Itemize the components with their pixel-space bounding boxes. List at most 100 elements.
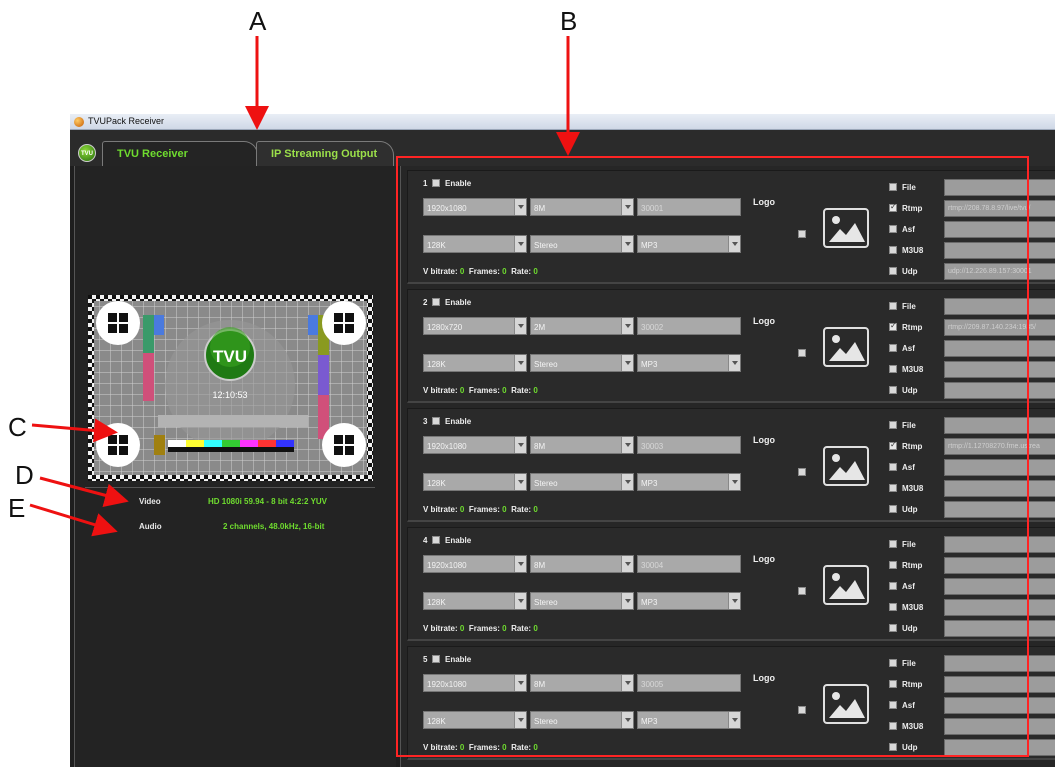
test-card-logo: TVU [213,347,247,366]
output-asf-checkbox[interactable] [889,344,897,352]
output-m3u8-checkbox[interactable] [889,484,897,492]
audio-channels-select[interactable]: Stereo [530,235,634,253]
logo-checkbox[interactable] [798,349,806,357]
logo-image-button[interactable] [823,684,869,724]
audio-codec-select[interactable]: MP3 [637,592,741,610]
output-asf-url-field[interactable] [944,697,1055,714]
audio-channels-select[interactable]: Stereo [530,473,634,491]
output-file-url-field[interactable] [944,417,1055,434]
logo-checkbox[interactable] [798,468,806,476]
output-udp-checkbox[interactable] [889,743,897,751]
port-field[interactable]: 30005 [637,674,741,692]
output-m3u8-url-field[interactable] [944,480,1055,497]
output-m3u8-url-field[interactable] [944,361,1055,378]
output-file-url-field[interactable] [944,536,1055,553]
output-rtmp-checkbox[interactable] [889,680,897,688]
output-udp-checkbox[interactable] [889,267,897,275]
output-m3u8-url-field[interactable] [944,718,1055,735]
resolution-select[interactable]: 1920x1080 [423,555,527,573]
audio-channels-select[interactable]: Stereo [530,711,634,729]
output-asf-checkbox[interactable] [889,701,897,709]
logo-image-button[interactable] [823,565,869,605]
output-rtmp-checkbox[interactable] [889,561,897,569]
output-m3u8-checkbox[interactable] [889,246,897,254]
output-m3u8-url-field[interactable] [944,599,1055,616]
output-asf-url-field[interactable] [944,340,1055,357]
output-file-checkbox[interactable] [889,302,897,310]
output-file-checkbox[interactable] [889,183,897,191]
output-asf-checkbox[interactable] [889,582,897,590]
audio-channels-select[interactable]: Stereo [530,354,634,372]
output-m3u8-url-field[interactable] [944,242,1055,259]
audio-codec-select[interactable]: MP3 [637,711,741,729]
output-file-checkbox[interactable] [889,421,897,429]
output-m3u8-checkbox[interactable] [889,365,897,373]
audio-codec-select[interactable]: MP3 [637,473,741,491]
output-rtmp-url-field[interactable]: rtmp://1.12708270.fme.ustrea [944,438,1055,455]
logo-checkbox[interactable] [798,230,806,238]
output-file-url-field[interactable] [944,298,1055,315]
enable-checkbox[interactable] [432,179,440,187]
tab-ip-streaming-output[interactable]: IP Streaming Output [256,141,394,166]
output-asf-checkbox[interactable] [889,463,897,471]
video-bitrate-select[interactable]: 8M [530,198,634,216]
audio-bitrate-select[interactable]: 128K [423,473,527,491]
output-rtmp-checkbox[interactable] [889,202,897,212]
output-rtmp-url-field[interactable] [944,676,1055,693]
output-rtmp-url-field[interactable] [944,557,1055,574]
audio-codec-select[interactable]: MP3 [637,354,741,372]
output-rtmp-url-field[interactable]: rtmp://208.78.8.97/live/tvu/ [944,200,1055,217]
output-rtmp-checkbox[interactable] [889,321,897,331]
enable-checkbox[interactable] [432,417,440,425]
audio-channels-select[interactable]: Stereo [530,592,634,610]
video-bitrate-select[interactable]: 8M [530,674,634,692]
logo-image-button[interactable] [823,208,869,248]
vbitrate-label: V bitrate: [423,267,458,276]
tab-tvu-receiver[interactable]: TVU Receiver [102,141,258,166]
enable-checkbox[interactable] [432,298,440,306]
port-field[interactable]: 30002 [637,317,741,335]
audio-bitrate-select[interactable]: 128K [423,592,527,610]
output-asf-url-field[interactable] [944,221,1055,238]
output-asf-url-field[interactable] [944,459,1055,476]
resolution-select[interactable]: 1920x1080 [423,674,527,692]
port-field[interactable]: 30004 [637,555,741,573]
video-bitrate-select[interactable]: 8M [530,436,634,454]
output-asf-url-field[interactable] [944,578,1055,595]
video-bitrate-select[interactable]: 8M [530,555,634,573]
output-m3u8-checkbox[interactable] [889,603,897,611]
logo-checkbox[interactable] [798,587,806,595]
output-file-checkbox[interactable] [889,540,897,548]
output-udp-checkbox[interactable] [889,505,897,513]
output-rtmp-url-field[interactable]: rtmp://209.87.140.234:1935/ [944,319,1055,336]
output-file-url-field[interactable] [944,179,1055,196]
logo-checkbox[interactable] [798,706,806,714]
audio-bitrate-select[interactable]: 128K [423,235,527,253]
resolution-select[interactable]: 1920x1080 [423,436,527,454]
output-udp-checkbox[interactable] [889,386,897,394]
output-m3u8-label: M3U8 [902,246,924,255]
audio-codec-select[interactable]: MP3 [637,235,741,253]
output-asf-checkbox[interactable] [889,225,897,233]
output-file-checkbox[interactable] [889,659,897,667]
output-rtmp-checkbox[interactable] [889,440,897,450]
output-udp-checkbox[interactable] [889,624,897,632]
resolution-select[interactable]: 1280x720 [423,317,527,335]
logo-image-button[interactable] [823,327,869,367]
audio-bitrate-select[interactable]: 128K [423,354,527,372]
enable-checkbox[interactable] [432,536,440,544]
enable-checkbox[interactable] [432,655,440,663]
output-udp-url-field[interactable] [944,382,1055,399]
resolution-select[interactable]: 1920x1080 [423,198,527,216]
output-udp-url-field[interactable] [944,739,1055,756]
logo-image-button[interactable] [823,446,869,486]
output-file-url-field[interactable] [944,655,1055,672]
output-udp-url-field[interactable] [944,501,1055,518]
port-field[interactable]: 30003 [637,436,741,454]
output-m3u8-checkbox[interactable] [889,722,897,730]
output-udp-url-field[interactable] [944,620,1055,637]
audio-bitrate-select[interactable]: 128K [423,711,527,729]
output-udp-url-field[interactable]: udp://12.226.89.157:30001 [944,263,1055,280]
video-bitrate-select[interactable]: 2M [530,317,634,335]
port-field[interactable]: 30001 [637,198,741,216]
